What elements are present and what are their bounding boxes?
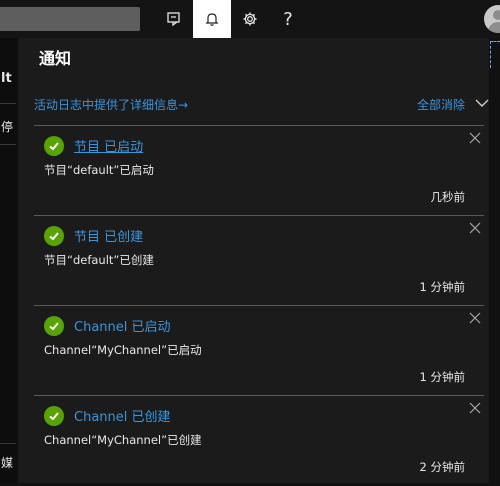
- background-edge: [489, 38, 500, 483]
- chevron-down-icon[interactable]: [475, 98, 489, 108]
- notification-item: Channel 已启动 Channel“MyChannel”已启动 1 分钟前: [34, 305, 484, 396]
- top-bar: ?: [0, 0, 500, 38]
- background-text-fragment: 停: [1, 120, 14, 134]
- avatar[interactable]: [484, 5, 500, 33]
- close-icon[interactable]: [469, 312, 481, 324]
- success-check-icon: [44, 316, 64, 336]
- notification-time: 1 分钟前: [419, 280, 465, 294]
- search-input[interactable]: [0, 7, 140, 31]
- notification-title[interactable]: Channel 已创建: [74, 406, 171, 425]
- activity-log-link[interactable]: 活动日志中提供了详细信息→: [34, 96, 188, 113]
- notification-item: 节目 已启动 节目“default”已启动 几秒前: [34, 125, 484, 216]
- background-text-fragment: 媒: [1, 456, 14, 470]
- background-blade: lt 停 媒: [0, 38, 18, 483]
- close-icon[interactable]: [469, 402, 481, 414]
- notification-title[interactable]: Channel 已启动: [74, 316, 171, 335]
- notification-title[interactable]: 节目 已创建: [74, 226, 143, 245]
- notification-message: Channel“MyChannel”已启动: [44, 343, 202, 357]
- focus-outline: [490, 41, 500, 68]
- notification-time: 几秒前: [430, 190, 466, 204]
- background-text-fragment: lt: [1, 71, 12, 86]
- bell-icon[interactable]: [193, 0, 231, 38]
- close-icon[interactable]: [469, 222, 481, 234]
- success-check-icon: [44, 226, 64, 246]
- notification-message: 节目“default”已启动: [44, 163, 154, 177]
- notification-message: 节目“default”已创建: [44, 253, 154, 267]
- notification-item: 节目 已创建 节目“default”已创建 1 分钟前: [34, 215, 484, 306]
- close-icon[interactable]: [469, 132, 481, 144]
- notification-time: 2 分钟前: [419, 460, 465, 474]
- panel-title: 通知: [39, 49, 72, 68]
- help-icon[interactable]: ?: [269, 0, 307, 38]
- notification-item: Channel 已创建 Channel“MyChannel”已创建 2 分钟前: [34, 395, 484, 486]
- feedback-icon[interactable]: [155, 0, 193, 38]
- notification-message: Channel“MyChannel”已创建: [44, 433, 202, 447]
- notification-time: 1 分钟前: [419, 370, 465, 384]
- gear-icon[interactable]: [231, 0, 269, 38]
- success-check-icon: [44, 136, 64, 156]
- success-check-icon: [44, 406, 64, 426]
- dismiss-all-button[interactable]: 全部消除: [417, 96, 465, 113]
- notifications-panel: 通知 活动日志中提供了详细信息→ 全部消除 节目 已启动 节目“default”…: [18, 38, 489, 483]
- notification-title[interactable]: 节目 已启动: [74, 136, 143, 155]
